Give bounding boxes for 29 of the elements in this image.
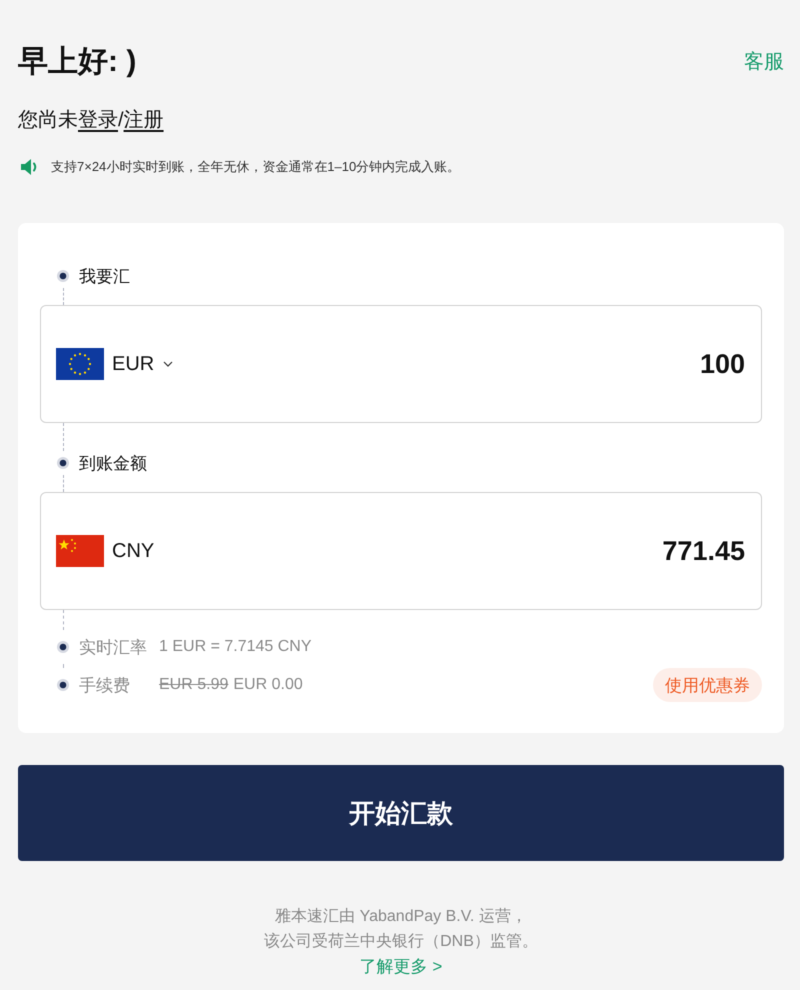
step-label: 到账金额 (79, 452, 147, 474)
amount-value: 100 (700, 348, 745, 380)
detail-label: 实时汇率 (79, 636, 148, 658)
step-label: 我要汇 (79, 266, 130, 288)
detail-value: EUR 0.00 (233, 676, 303, 694)
start-transfer-button[interactable]: 开始汇款 (18, 765, 784, 861)
step-dot-icon (57, 641, 69, 653)
register-link[interactable]: 注册 (124, 106, 164, 134)
login-prompt-text: 您尚未 (18, 108, 78, 133)
login-link[interactable]: 登录 (78, 106, 118, 134)
notice-text: 支持7×24小时实时到账，全年无休，资金通常在1–10分钟内完成入账。 (51, 158, 460, 176)
flag-icon (56, 348, 104, 380)
detail-label: 手续费 (79, 674, 131, 696)
amount-field[interactable]: EUR 100 (40, 305, 762, 423)
detail-value: 1 EUR = 7.7145 CNY (159, 638, 312, 656)
step-dot-icon (57, 457, 69, 469)
amount-field[interactable]: CNY 771.45 (40, 492, 762, 610)
amount-value: 771.45 (662, 536, 745, 566)
step-dot-icon (57, 679, 69, 691)
currency-code: CNY (112, 540, 154, 562)
greeting-title: 早上好: ) (18, 44, 136, 80)
original-fee-text: EUR 5.99 (159, 676, 228, 694)
separator-text: / (118, 108, 124, 133)
operator-info-text: 雅本速汇由 YabandPay B.V. 运营， (275, 906, 527, 927)
operator-info-text: 该公司受荷兰中央银行（DNB）监管。 (264, 932, 538, 952)
flag-icon (56, 535, 104, 567)
currency-selector[interactable]: EUR (112, 352, 174, 376)
step-dot-icon (57, 270, 69, 282)
caret-icon (163, 361, 174, 367)
